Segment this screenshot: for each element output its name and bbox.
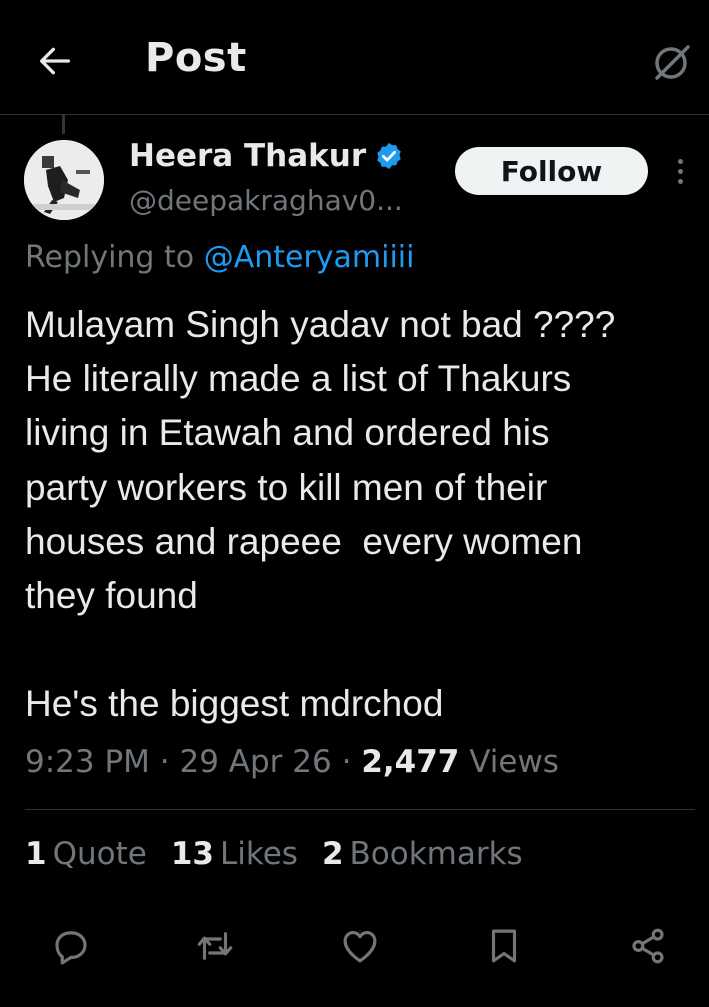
share-icon xyxy=(632,928,664,964)
grok-icon xyxy=(655,45,690,80)
top-bar: Post xyxy=(0,0,709,115)
follow-button[interactable]: Follow xyxy=(455,147,648,195)
meta-separator: · xyxy=(159,744,170,780)
divider xyxy=(25,809,695,810)
likes-stat[interactable]: 13 Likes xyxy=(171,836,298,872)
bookmarks-label: Bookmarks xyxy=(349,836,523,872)
repost-icon xyxy=(197,932,233,960)
repost-button[interactable] xyxy=(187,918,243,974)
post-time[interactable]: 9:23 PM xyxy=(25,744,150,780)
share-button[interactable] xyxy=(620,918,676,974)
post-text: Mulayam Singh yadav not bad ???? He lite… xyxy=(25,304,616,725)
author-name-row[interactable]: Heera Thakur xyxy=(129,138,404,174)
avatar-image xyxy=(24,140,104,220)
page-title: Post xyxy=(145,35,247,81)
likes-count: 13 xyxy=(170,836,214,872)
post-date[interactable]: 29 Apr 26 xyxy=(180,744,332,780)
avatar[interactable] xyxy=(24,140,104,220)
author-handle[interactable]: @deepakraghav0... xyxy=(129,184,403,217)
quotes-stat[interactable]: 1 Quote xyxy=(25,836,147,872)
views-count[interactable]: 2,477 xyxy=(361,744,459,780)
bookmarks-stat[interactable]: 2 Bookmarks xyxy=(322,836,523,872)
back-button[interactable] xyxy=(30,36,80,86)
views-label: Views xyxy=(469,744,559,780)
post-meta: 9:23 PM · 29 Apr 26 · 2,477 Views xyxy=(25,744,559,780)
thread-connector-line xyxy=(62,114,65,134)
replying-to-handle[interactable]: @Anteryamiiii xyxy=(204,240,415,275)
like-button[interactable] xyxy=(332,918,388,974)
meta-separator: · xyxy=(341,744,352,780)
action-bar xyxy=(0,918,709,978)
likes-label: Likes xyxy=(219,836,298,872)
reply-button[interactable] xyxy=(43,918,99,974)
author-display-name[interactable]: Heera Thakur xyxy=(129,138,366,174)
more-options-icon[interactable] xyxy=(668,153,692,189)
quotes-count: 1 xyxy=(25,836,47,872)
verified-badge-icon xyxy=(377,142,401,170)
replying-to-label: Replying to xyxy=(25,240,195,275)
quotes-label: Quote xyxy=(52,836,147,872)
bookmarks-count: 2 xyxy=(321,836,344,872)
bookmark-button[interactable] xyxy=(476,918,532,974)
bookmark-icon xyxy=(491,929,517,963)
engagement-stats: 1 Quote 13 Likes 2 Bookmarks xyxy=(25,836,523,872)
reply-icon xyxy=(55,931,87,965)
replying-to-line: Replying to @Anteryamiiii xyxy=(25,240,414,275)
grok-button[interactable] xyxy=(645,36,699,88)
like-icon xyxy=(343,930,377,963)
arrow-left-icon xyxy=(40,47,71,75)
